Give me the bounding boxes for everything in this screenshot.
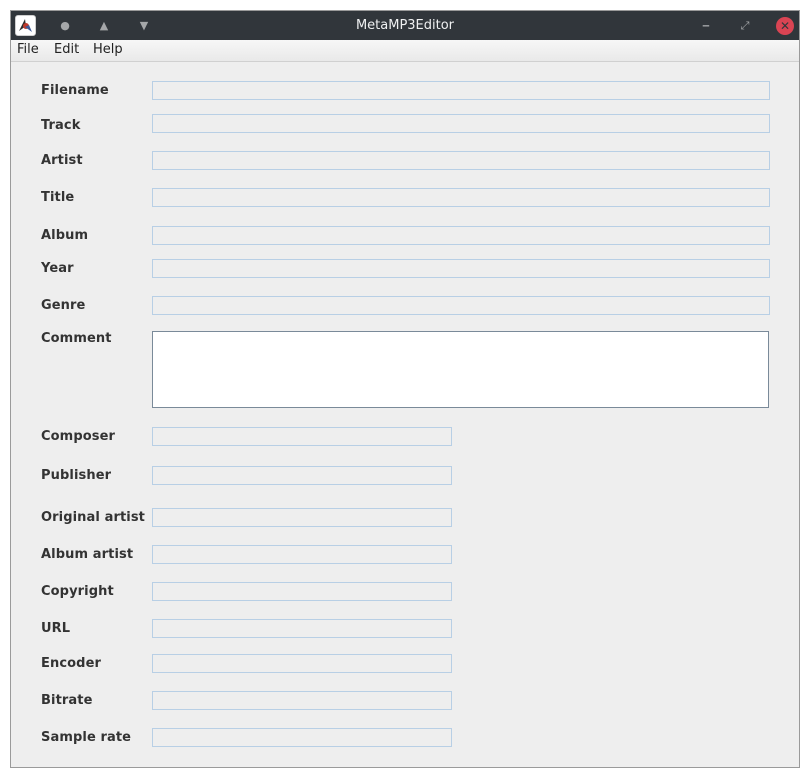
menu-edit[interactable]: Edit: [54, 40, 79, 61]
artist-label: Artist: [41, 153, 83, 168]
bitrate-field[interactable]: [152, 691, 452, 710]
year-label: Year: [41, 261, 74, 276]
filename-field[interactable]: [152, 81, 770, 100]
maximize-icon[interactable]: ⤢: [737, 18, 753, 34]
copyright-field[interactable]: [152, 582, 452, 601]
sample-rate-label: Sample rate: [41, 730, 132, 745]
album-label: Album: [41, 228, 89, 243]
filename-label: Filename: [41, 83, 109, 98]
url-label: URL: [41, 621, 71, 636]
menu-file[interactable]: File: [17, 40, 39, 61]
artist-field[interactable]: [152, 151, 770, 170]
track-label: Track: [41, 118, 81, 133]
title-bar[interactable]: ● ▲ ▼ MetaMP3Editor ‒ ⤢ ✕: [11, 11, 799, 40]
menu-bar: File Edit Help: [11, 40, 799, 62]
encoder-field[interactable]: [152, 654, 452, 673]
composer-field[interactable]: [152, 427, 452, 446]
year-field[interactable]: [152, 259, 770, 278]
minimize-icon[interactable]: ‒: [698, 18, 714, 34]
url-field[interactable]: [152, 619, 452, 638]
album-artist-label: Album artist: [41, 547, 134, 562]
original-artist-field[interactable]: [152, 508, 452, 527]
title-label: Title: [41, 190, 75, 205]
genre-label: Genre: [41, 298, 86, 313]
window-title: MetaMP3Editor: [355, 18, 455, 33]
comment-label: Comment: [41, 331, 112, 346]
track-field[interactable]: [152, 114, 770, 133]
original-artist-label: Original artist: [41, 510, 145, 525]
sample-rate-field[interactable]: [152, 728, 452, 747]
title-field[interactable]: [152, 188, 770, 207]
genre-field[interactable]: [152, 296, 770, 315]
menu-help[interactable]: Help: [93, 40, 123, 61]
album-field[interactable]: [152, 226, 770, 245]
publisher-label: Publisher: [41, 468, 112, 483]
bitrate-label: Bitrate: [41, 693, 93, 708]
copyright-label: Copyright: [41, 584, 114, 599]
encoder-label: Encoder: [41, 656, 102, 671]
publisher-field[interactable]: [152, 466, 452, 485]
composer-label: Composer: [41, 429, 116, 444]
close-icon[interactable]: ✕: [776, 17, 794, 35]
main-window: ● ▲ ▼ MetaMP3Editor ‒ ⤢ ✕ File Edit Help…: [10, 10, 800, 768]
album-artist-field[interactable]: [152, 545, 452, 564]
comment-textarea[interactable]: [152, 331, 769, 408]
